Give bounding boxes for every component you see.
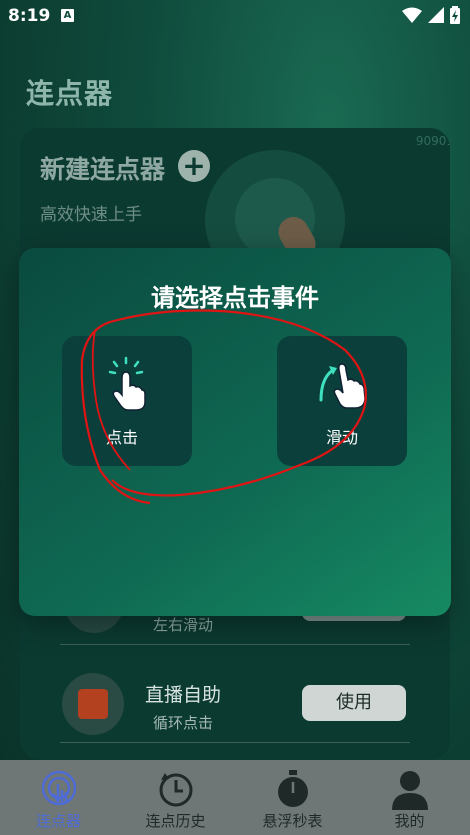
row-divider [60,644,410,645]
history-clock-icon [159,773,193,807]
person-icon [392,771,428,810]
watermark: 90901 [415,134,450,148]
live-assist-icon [62,673,124,735]
nav-label-clicker: 连点器 [35,812,81,830]
nav-item-stopwatch[interactable]: 悬浮秒表 [234,760,351,835]
row-divider [60,742,410,743]
nav-label-stopwatch: 悬浮秒表 [262,812,323,830]
stopwatch-icon [278,770,308,807]
live-assist-use-button[interactable]: 使用 [302,685,406,721]
swipe-event-label: 滑动 [325,428,358,447]
tap-event-label: 点击 [106,428,139,447]
status-icons [402,6,460,24]
add-clicker-button[interactable]: + [178,150,210,182]
nav-item-profile[interactable]: 我的 [351,760,468,835]
wifi-icon [402,7,422,23]
live-assist-badge [78,689,108,719]
swipe-event-option[interactable]: 滑动 [277,336,407,466]
swipe-row-subtitle: 左右滑动 [153,616,214,634]
bottom-navigation: 连点器 连点历史 悬浮秒表 我的 [0,760,470,835]
nav-label-history: 连点历史 [145,812,206,830]
live-assist-title: 直播自助 [145,684,222,706]
dialog-title: 请选择点击事件 [151,284,319,312]
notification-icon: A [61,9,74,22]
nav-item-history[interactable]: 连点历史 [117,760,234,835]
nav-label-profile: 我的 [394,812,425,830]
app-title: 连点器 [26,77,114,110]
tap-hand-icon [108,356,146,411]
nav-item-clicker[interactable]: 连点器 [0,760,117,835]
signal-icon [428,7,444,23]
tap-event-option[interactable]: 点击 [62,336,192,466]
battery-icon [450,6,460,24]
status-time: 8:19 [8,6,51,26]
status-bar: 8:19 A [0,0,470,32]
tap-hand-icon [41,770,77,806]
swipe-hand-icon [319,363,366,409]
new-clicker-title[interactable]: 新建连点器 [40,150,165,186]
select-event-dialog: 请选择点击事件 点击 滑动 [19,248,451,616]
new-clicker-subtitle: 高效快速上手 [40,205,142,225]
live-assist-subtitle: 循环点击 [153,714,214,732]
app-screen: 8:19 A 连点器 90901 新建连点器 + 高效快速上手 左右滑动 直播自… [0,0,470,835]
